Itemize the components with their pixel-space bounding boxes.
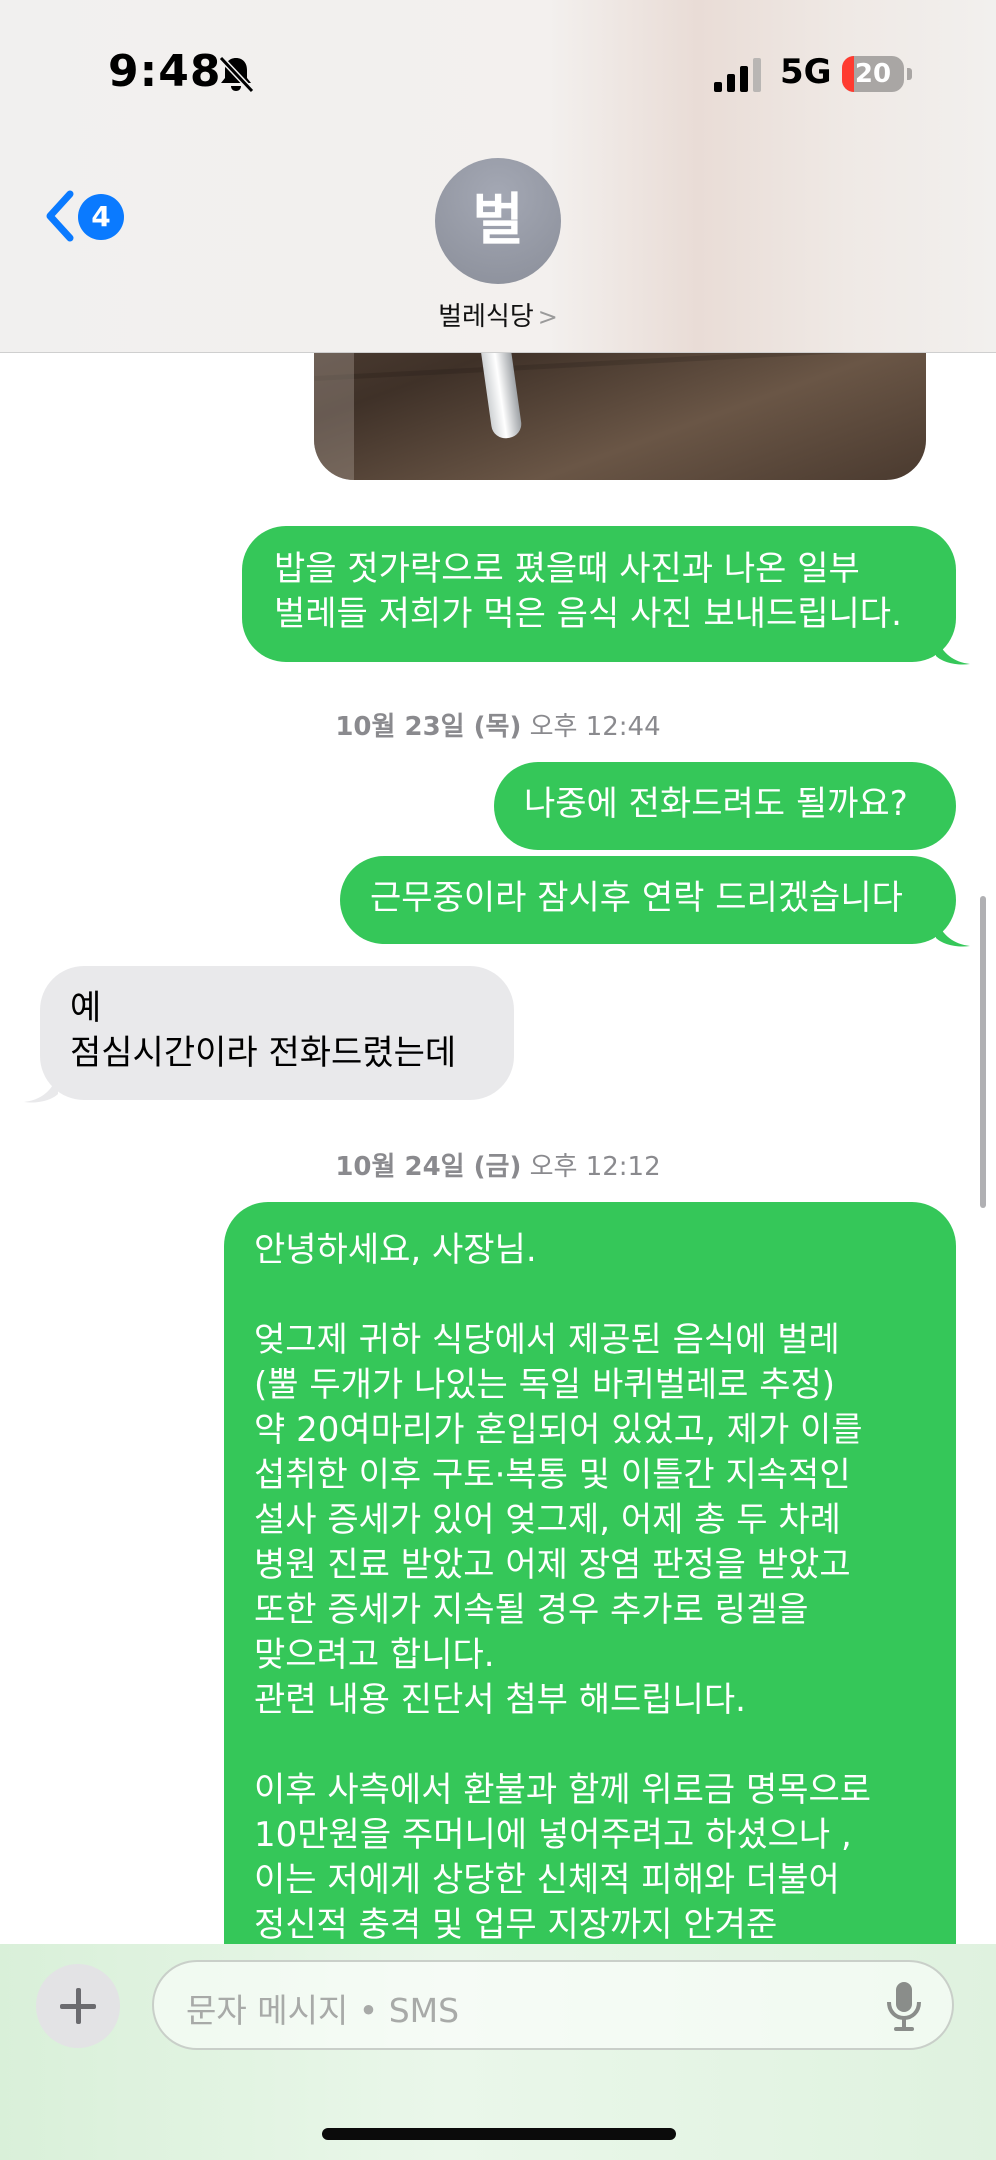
network-type: 5G (780, 52, 832, 92)
chevron-right-icon: > (537, 303, 558, 331)
message-input[interactable]: 문자 메시지 • SMS (152, 1960, 954, 2050)
bubble-tail (936, 918, 970, 947)
sent-message[interactable]: 안녕하세요, 사장님. 엊그제 귀하 식당에서 제공된 음식에 벌레 (뿔 두개… (224, 1202, 956, 2062)
back-button[interactable]: 4 (40, 186, 140, 246)
battery-icon: 20 (842, 56, 914, 92)
timestamp-date: 10월 24일 (금) (335, 1152, 522, 1182)
signal-icon (714, 58, 761, 92)
sent-message[interactable]: 나중에 전화드려도 될까요? (494, 762, 956, 850)
conversation-header: 9:48 5G 20 4 벌 벌레식당 > (0, 0, 996, 353)
mic-icon[interactable] (884, 1980, 924, 2032)
contact-name: 벌레식당 (438, 302, 534, 332)
sent-message[interactable]: 밥을 젓가락으로 폈을때 사진과 나온 일부 벌레들 저희가 먹은 음식 사진 … (242, 526, 956, 662)
avatar[interactable]: 벌 (435, 158, 561, 284)
timestamp-date: 10월 23일 (목) (335, 712, 522, 742)
timestamp: 10월 24일 (금) 오후 12:12 (0, 1146, 996, 1183)
timestamp-time: 오후 12:44 (529, 712, 661, 742)
home-indicator[interactable] (322, 2128, 676, 2140)
scrollbar[interactable] (980, 896, 986, 1208)
status-time: 9:48 (108, 46, 222, 97)
timestamp: 10월 23일 (목) 오후 12:44 (0, 706, 996, 743)
received-message[interactable]: 예 점심시간이라 전화드렸는데 (40, 966, 514, 1100)
sent-message[interactable]: 근무중이라 잠시후 연락 드리겠습니다 (340, 856, 956, 944)
contact-name-button[interactable]: 벌레식당 > (0, 296, 996, 333)
chevron-left-icon (46, 190, 74, 242)
timestamp-time: 오후 12:12 (529, 1152, 661, 1182)
battery-percent: 20 (854, 59, 892, 89)
message-input-placeholder: 문자 메시지 • SMS (186, 1991, 460, 2030)
bubble-tail (936, 636, 970, 665)
bell-slash-icon (218, 55, 255, 94)
bubble-tail (24, 1074, 58, 1103)
plus-button[interactable] (36, 1964, 120, 2048)
unread-count-badge: 4 (78, 194, 124, 240)
